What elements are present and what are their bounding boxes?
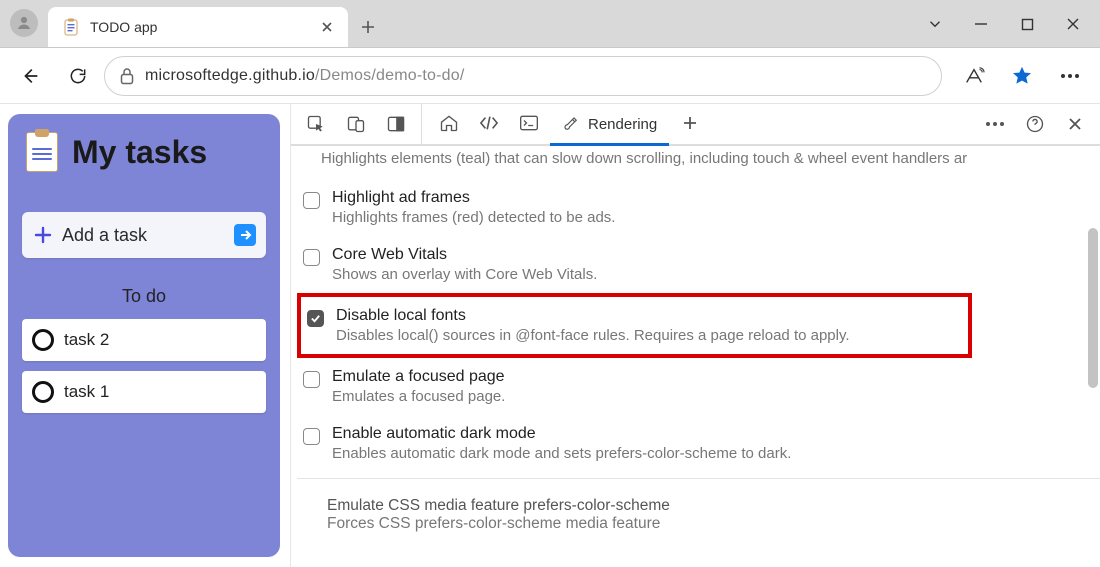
refresh-button[interactable]	[56, 54, 100, 98]
option-desc: Enables automatic dark mode and sets pre…	[332, 445, 791, 462]
welcome-tab-icon[interactable]	[430, 104, 468, 142]
profile-button[interactable]	[0, 0, 48, 47]
window-controls	[912, 0, 1096, 48]
app-panel: My tasks Add a task To do task 2 task 1	[0, 104, 290, 567]
checkbox[interactable]	[303, 249, 320, 266]
devtools-toolbar: Rendering	[291, 104, 1100, 146]
app-title: My tasks	[72, 134, 207, 171]
address-bar[interactable]: microsoftedge.github.io/Demos/demo-to-do…	[104, 56, 942, 96]
add-task-label: Add a task	[62, 225, 147, 246]
scrollbar[interactable]	[1086, 198, 1098, 558]
more-button[interactable]	[1048, 54, 1092, 98]
option-automatic-dark-mode: Enable automatic dark mode Enables autom…	[297, 415, 1100, 479]
devtools-close-button[interactable]	[1056, 105, 1094, 143]
lock-icon	[119, 67, 135, 85]
annotation-highlight: Disable local fonts Disables local() sou…	[297, 293, 972, 358]
browser-tab[interactable]: TODO app	[48, 7, 348, 47]
option-title: Disable local fonts	[336, 307, 850, 325]
rendering-tab[interactable]: Rendering	[550, 104, 669, 144]
help-button[interactable]	[1016, 105, 1054, 143]
add-task-button[interactable]: Add a task	[22, 212, 266, 258]
radio-icon[interactable]	[32, 381, 54, 403]
window-titlebar: TODO app	[0, 0, 1100, 48]
maximize-button[interactable]	[1004, 4, 1050, 44]
paintbrush-icon	[562, 115, 580, 133]
option-title: Core Web Vitals	[332, 246, 597, 264]
chevron-down-icon[interactable]	[912, 4, 958, 44]
checkbox[interactable]	[307, 310, 324, 327]
new-tab-button[interactable]	[348, 7, 388, 47]
url-path: /Demos/demo-to-do/	[315, 67, 464, 84]
rendering-tab-label: Rendering	[588, 116, 657, 133]
dock-side-icon[interactable]	[377, 105, 415, 143]
option-highlight-ad-frames: Highlight ad frames Highlights frames (r…	[297, 179, 1100, 236]
device-toggle-icon[interactable]	[337, 105, 375, 143]
option-core-web-vitals: Core Web Vitals Shows an overlay with Co…	[297, 236, 1100, 293]
option-title: Highlight ad frames	[332, 189, 615, 207]
url-host: microsoftedge.github.io	[145, 67, 315, 84]
plus-icon	[34, 226, 52, 244]
scrollbar-thumb[interactable]	[1088, 228, 1098, 388]
clipboard-icon	[26, 132, 58, 172]
emulate-section-desc: Forces CSS prefers-color-scheme media fe…	[327, 515, 1082, 533]
checkbox[interactable]	[303, 371, 320, 388]
task-label: task 2	[64, 330, 109, 350]
option-disable-local-fonts: Disable local fonts Disables local() sou…	[301, 297, 968, 354]
emulate-section-title: Emulate CSS media feature prefers-color-…	[327, 497, 1082, 515]
option-title: Enable automatic dark mode	[332, 425, 791, 443]
option-emulate-focused-page: Emulate a focused page Emulates a focuse…	[297, 358, 1100, 415]
browser-toolbar: microsoftedge.github.io/Demos/demo-to-do…	[0, 48, 1100, 104]
option-desc: Disables local() sources in @font-face r…	[336, 327, 850, 344]
radio-icon[interactable]	[32, 329, 54, 351]
app-header: My tasks	[22, 132, 266, 172]
favorite-button[interactable]	[1000, 54, 1044, 98]
arrow-right-icon	[234, 224, 256, 246]
truncated-option-desc: Highlights elements (teal) that can slow…	[297, 146, 1100, 179]
clipboard-icon	[62, 18, 80, 36]
content-area: My tasks Add a task To do task 2 task 1	[0, 104, 1100, 567]
minimize-button[interactable]	[958, 4, 1004, 44]
url-text: microsoftedge.github.io/Demos/demo-to-do…	[145, 67, 464, 85]
rendering-pane: Highlights elements (teal) that can slow…	[291, 146, 1100, 567]
option-desc: Emulates a focused page.	[332, 388, 505, 405]
option-title: Emulate a focused page	[332, 368, 505, 386]
option-desc: Shows an overlay with Core Web Vitals.	[332, 266, 597, 283]
section-label: To do	[22, 286, 266, 307]
elements-tab-icon[interactable]	[470, 104, 508, 142]
window-close-button[interactable]	[1050, 4, 1096, 44]
task-item[interactable]: task 1	[22, 371, 266, 413]
task-label: task 1	[64, 382, 109, 402]
checkbox[interactable]	[303, 428, 320, 445]
option-desc: Highlights frames (red) detected to be a…	[332, 209, 615, 226]
emulate-section: Emulate CSS media feature prefers-color-…	[297, 485, 1100, 543]
tab-close-button[interactable]	[318, 18, 336, 36]
add-tab-button[interactable]	[671, 104, 709, 142]
app-card: My tasks Add a task To do task 2 task 1	[8, 114, 280, 557]
back-button[interactable]	[8, 54, 52, 98]
tab-title: TODO app	[90, 19, 308, 35]
devtools-more-button[interactable]	[976, 105, 1014, 143]
avatar-icon	[10, 9, 38, 37]
task-item[interactable]: task 2	[22, 319, 266, 361]
read-aloud-button[interactable]	[952, 54, 996, 98]
devtools-panel: Rendering Highlights elements (teal) tha…	[290, 104, 1100, 567]
checkbox[interactable]	[303, 192, 320, 209]
inspect-icon[interactable]	[297, 105, 335, 143]
console-tab-icon[interactable]	[510, 104, 548, 142]
